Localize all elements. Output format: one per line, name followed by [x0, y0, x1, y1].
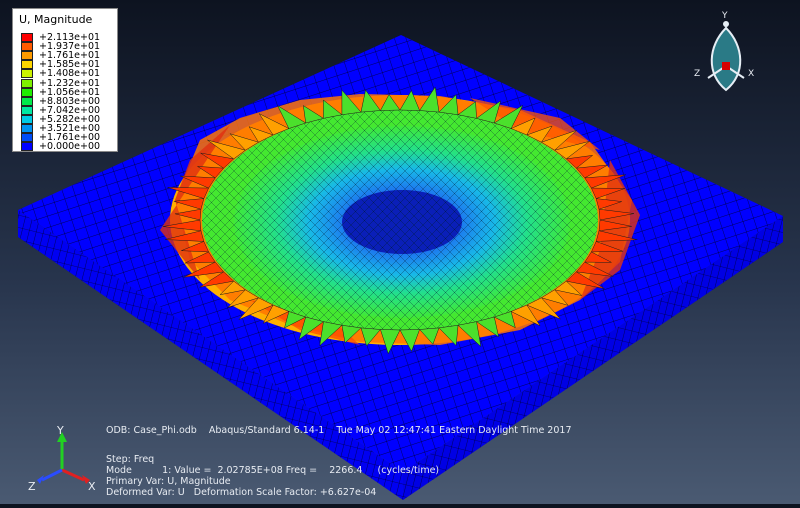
- coordinate-triad: Y Z X: [26, 424, 106, 496]
- view-cube[interactable]: Y Z X: [694, 12, 758, 96]
- legend-swatch: [21, 78, 33, 88]
- legend-swatch: [21, 133, 33, 143]
- legend-swatch: [21, 51, 33, 61]
- odb-info-line: ODB: Case_Phi.odb Abaqus/Standard 6.14-1…: [106, 425, 572, 436]
- legend-swatch: [21, 124, 33, 133]
- legend-value: +0.000e+00: [39, 141, 101, 153]
- legend-swatch: [21, 114, 33, 124]
- legend-swatch: [21, 60, 33, 70]
- legend-swatch: [21, 69, 33, 79]
- step-info: Step: Freq: [106, 454, 155, 465]
- contour-legend: U, Magnitude +2.113e+01 +1.937e+01 +1.761e…: [12, 8, 118, 152]
- mode-info: Mode 1: Value = 2.02785E+08 Freq = 2266.…: [106, 465, 440, 476]
- legend-entry: +0.000e+00: [21, 141, 113, 153]
- triad-label-z: Z: [28, 480, 36, 493]
- legend-swatch: [21, 87, 33, 97]
- view-cube-label-z: Z: [694, 69, 701, 79]
- view-cube-label-y: Y: [722, 11, 728, 21]
- legend-swatch: [21, 33, 33, 42]
- triad-label-y: Y: [57, 424, 64, 437]
- view-cube-label-x: X: [748, 69, 755, 79]
- legend-title: U, Magnitude: [19, 13, 93, 26]
- primary-var-info: Primary Var: U, Magnitude: [106, 476, 231, 487]
- view-cube-icon: [707, 21, 745, 92]
- legend-swatch: [21, 42, 33, 52]
- legend-swatch: [21, 96, 33, 106]
- deformed-var-info: Deformed Var: U Deformation Scale Factor…: [106, 487, 377, 498]
- legend-swatch: [21, 142, 33, 152]
- legend-swatch: [21, 105, 33, 115]
- triad-label-x: X: [88, 480, 96, 493]
